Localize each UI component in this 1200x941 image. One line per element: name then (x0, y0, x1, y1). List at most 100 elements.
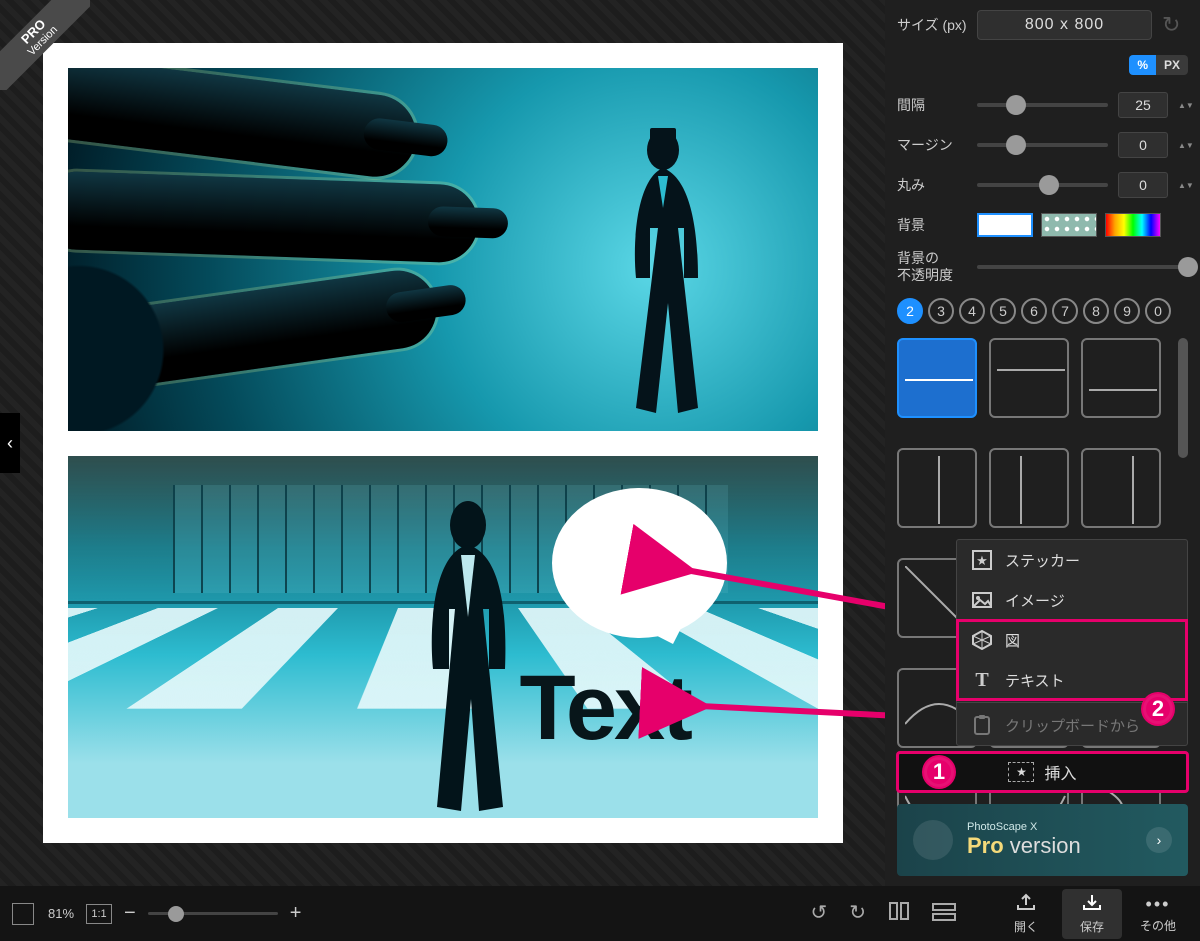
upload-icon (1016, 893, 1036, 916)
open-label: 開く (1014, 918, 1038, 935)
layouts-scrollbar[interactable] (1178, 338, 1188, 458)
spacing-value[interactable]: 25 (1118, 92, 1168, 118)
opacity-label: 背景の不透明度 (897, 250, 967, 284)
promo-app-name: PhotoScape X (967, 821, 1081, 833)
rounding-slider[interactable] (977, 183, 1108, 187)
collage-canvas[interactable]: Text (43, 43, 843, 843)
save-label: 保存 (1080, 918, 1104, 935)
menu-item-label: 図 (1005, 630, 1020, 651)
layout-tile[interactable] (897, 448, 977, 528)
more-button[interactable]: ••• その他 (1128, 889, 1188, 939)
zoom-slider[interactable] (148, 912, 278, 915)
promo-logo (913, 820, 953, 860)
menu-item-label: クリップボードから (1005, 715, 1140, 736)
speech-bubble[interactable] (552, 488, 727, 638)
unit-toggle[interactable]: % PX (1129, 55, 1188, 75)
clipboard-icon (971, 714, 993, 736)
open-button[interactable]: 開く (996, 889, 1056, 939)
rounding-label: 丸み (897, 175, 967, 195)
layout-tile[interactable] (1081, 338, 1161, 418)
margin-stepper[interactable]: ▲▼ (1178, 141, 1188, 150)
annotation-highlight-2: 図 T テキスト 2 (957, 620, 1187, 700)
actual-size-button[interactable]: 1:1 (86, 904, 112, 924)
more-label: その他 (1140, 917, 1176, 934)
collage-cell-2[interactable]: Text (68, 456, 818, 819)
cell-count-7[interactable]: 7 (1052, 298, 1078, 324)
image-icon (971, 589, 993, 611)
star-box-icon: ★ (971, 549, 993, 571)
cell-count-3[interactable]: 3 (928, 298, 954, 324)
collapse-toggle[interactable]: ‹ (0, 413, 20, 473)
cell-count-6[interactable]: 6 (1021, 298, 1047, 324)
menu-item-label: ステッカー (1005, 550, 1080, 571)
margin-value[interactable]: 0 (1118, 132, 1168, 158)
bg-swatch-pattern[interactable] (1041, 213, 1097, 237)
cell-count-2[interactable]: 2 (897, 298, 923, 324)
split-icon[interactable] (932, 900, 956, 928)
size-row: サイズ (px) 800 x 800 ↻ (897, 10, 1188, 40)
bg-swatch-rainbow[interactable] (1105, 213, 1161, 237)
text-object[interactable]: Text (520, 656, 690, 761)
menu-item-label: テキスト (1005, 670, 1065, 691)
layout-tile[interactable] (897, 338, 977, 418)
rounding-stepper[interactable]: ▲▼ (1178, 181, 1188, 190)
illustration-finger (68, 266, 441, 399)
cell-count-0[interactable]: 0 (1145, 298, 1171, 324)
size-input[interactable]: 800 x 800 (977, 10, 1152, 40)
insert-menu: ★ ステッカー イメージ 図 T テキスト 2 (956, 539, 1188, 746)
layout-tile[interactable] (1081, 448, 1161, 528)
opacity-slider[interactable] (977, 265, 1188, 269)
unit-px[interactable]: PX (1156, 55, 1188, 75)
zoom-out-button[interactable]: − (124, 902, 136, 925)
rounding-value[interactable]: 0 (1118, 172, 1168, 198)
bg-swatch-white[interactable] (977, 213, 1033, 237)
cell-count-4[interactable]: 4 (959, 298, 985, 324)
shape-icon (971, 629, 993, 651)
canvas-area: ‹ (0, 0, 885, 886)
annotation-badge-1: 1 (924, 757, 954, 787)
collage-cell-1[interactable] (68, 68, 818, 431)
illustration-person (598, 128, 728, 418)
download-icon (1082, 893, 1102, 916)
svg-text:★: ★ (976, 553, 988, 568)
layout-tile[interactable] (989, 338, 1069, 418)
menu-item-sticker[interactable]: ★ ステッカー (957, 540, 1187, 580)
insert-icon: ★ (1008, 762, 1034, 782)
spacing-label: 間隔 (897, 95, 967, 115)
save-button[interactable]: 保存 (1062, 889, 1122, 939)
promo-title: Pro version (967, 833, 1081, 859)
unit-percent[interactable]: % (1129, 55, 1156, 75)
undo-icon[interactable]: ↺ (810, 900, 827, 928)
cell-count-5[interactable]: 5 (990, 298, 1016, 324)
layout-tile[interactable] (989, 448, 1069, 528)
menu-item-label: イメージ (1005, 590, 1065, 611)
menu-item-image[interactable]: イメージ (957, 580, 1187, 620)
illustration-finger (68, 68, 421, 181)
zoom-in-button[interactable]: + (290, 902, 302, 925)
bottom-toolbar: 81% 1:1 − + ↺ ↻ 開く 保存 ••• その他 (0, 886, 1200, 941)
cell-count-selector: 234567890 (897, 298, 1188, 324)
cell-count-8[interactable]: 8 (1083, 298, 1109, 324)
zoom-percent: 81% (48, 906, 74, 921)
properties-panel: サイズ (px) 800 x 800 ↻ % PX 間隔 25 ▲▼ マージン … (885, 0, 1200, 886)
spacing-stepper[interactable]: ▲▼ (1178, 101, 1188, 110)
chevron-right-icon[interactable]: › (1146, 827, 1172, 853)
fit-screen-button[interactable] (12, 903, 34, 925)
more-icon: ••• (1146, 894, 1171, 915)
spacing-slider[interactable] (977, 103, 1108, 107)
compare-icon[interactable] (888, 900, 910, 928)
bg-label: 背景 (897, 215, 967, 235)
menu-item-shape[interactable]: 図 (957, 620, 1187, 660)
annotation-badge-2: 2 (1143, 694, 1173, 724)
illustration-finger (68, 170, 479, 263)
size-label: サイズ (px) (897, 15, 967, 35)
redo-icon[interactable]: ↻ (849, 900, 866, 928)
redo-icon[interactable]: ↻ (1162, 12, 1188, 38)
margin-label: マージン (897, 135, 967, 155)
insert-button-label: 挿入 (1044, 760, 1076, 784)
insert-button[interactable]: 1 ★ 挿入 (897, 752, 1188, 792)
pro-promo[interactable]: PhotoScape X Pro version › (897, 804, 1188, 876)
cell-count-9[interactable]: 9 (1114, 298, 1140, 324)
text-icon: T (971, 669, 993, 691)
margin-slider[interactable] (977, 143, 1108, 147)
